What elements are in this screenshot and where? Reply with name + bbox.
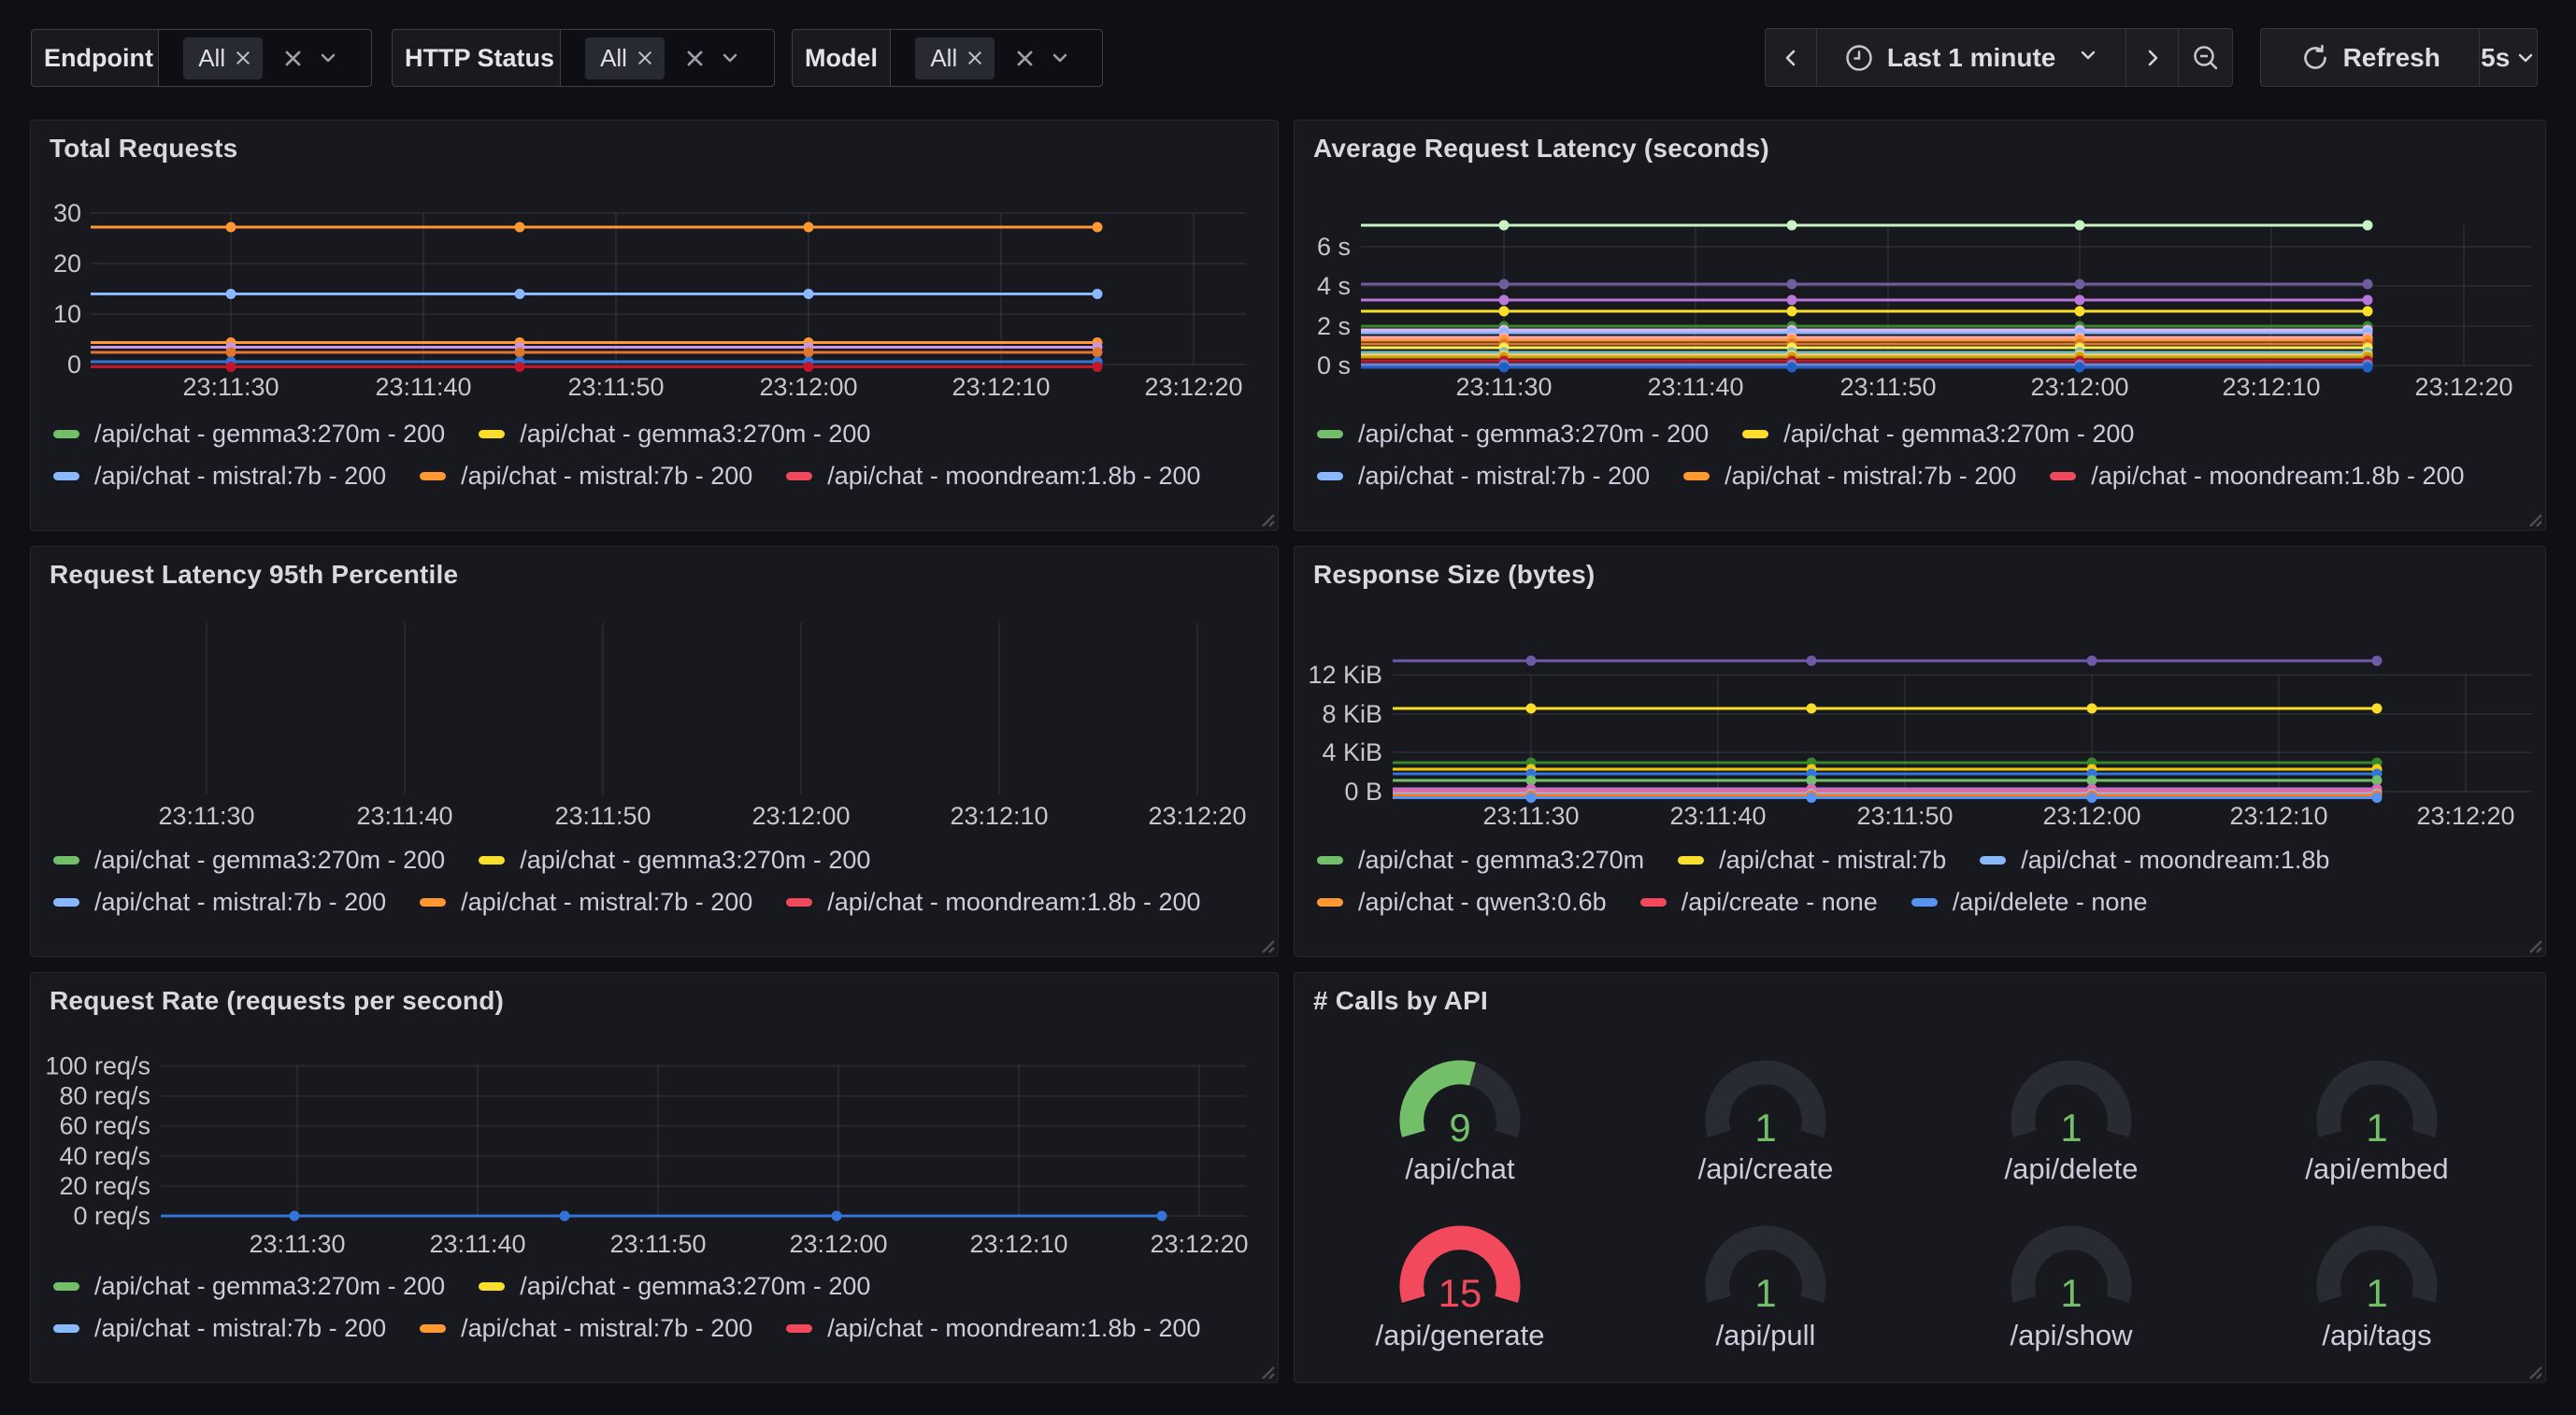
- svg-text:23:12:10: 23:12:10: [2222, 373, 2320, 401]
- svg-text:23:12:00: 23:12:00: [789, 1230, 887, 1258]
- svg-text:1: 1: [2060, 1106, 2082, 1150]
- svg-text:23:11:40: 23:11:40: [1647, 373, 1743, 401]
- svg-text:23:12:20: 23:12:20: [2416, 802, 2514, 830]
- svg-text:23:12:10: 23:12:10: [969, 1230, 1067, 1258]
- svg-text:6 s: 6 s: [1317, 233, 1351, 261]
- svg-text:1: 1: [2366, 1106, 2387, 1150]
- svg-text:8 KiB: 8 KiB: [1322, 700, 1382, 728]
- svg-text:23:12:10: 23:12:10: [950, 802, 1048, 830]
- svg-text:23:12:10: 23:12:10: [952, 373, 1050, 401]
- svg-text:1: 1: [1754, 1271, 1776, 1315]
- svg-text:23:12:20: 23:12:20: [1148, 802, 1246, 830]
- svg-text:15: 15: [1438, 1271, 1482, 1315]
- svg-text:1: 1: [1754, 1106, 1776, 1150]
- svg-text:23:12:10: 23:12:10: [2229, 802, 2327, 830]
- svg-text:1: 1: [2060, 1271, 2082, 1315]
- svg-text:12 KiB: 12 KiB: [1308, 661, 1382, 689]
- svg-text:4 KiB: 4 KiB: [1322, 738, 1382, 766]
- svg-text:23:12:20: 23:12:20: [1150, 1230, 1248, 1258]
- svg-text:23:11:50: 23:11:50: [554, 802, 651, 830]
- svg-text:23:12:00: 23:12:00: [2042, 802, 2140, 830]
- svg-text:23:11:50: 23:11:50: [567, 373, 664, 401]
- svg-text:23:11:30: 23:11:30: [182, 373, 279, 401]
- svg-text:0 B: 0 B: [1344, 778, 1382, 806]
- svg-text:0 req/s: 0 req/s: [73, 1202, 150, 1230]
- svg-text:23:11:40: 23:11:40: [1669, 802, 1766, 830]
- svg-text:20 req/s: 20 req/s: [59, 1172, 150, 1200]
- svg-text:23:12:00: 23:12:00: [2030, 373, 2128, 401]
- svg-text:23:12:20: 23:12:20: [2414, 373, 2512, 401]
- svg-text:23:11:30: 23:11:30: [249, 1230, 345, 1258]
- svg-text:23:11:40: 23:11:40: [375, 373, 471, 401]
- svg-text:2 s: 2 s: [1317, 312, 1351, 340]
- svg-text:23:11:40: 23:11:40: [429, 1230, 525, 1258]
- svg-text:80 req/s: 80 req/s: [59, 1082, 150, 1110]
- svg-text:60 req/s: 60 req/s: [59, 1112, 150, 1140]
- svg-text:0 s: 0 s: [1317, 351, 1351, 379]
- svg-text:20: 20: [53, 250, 81, 278]
- svg-text:23:12:00: 23:12:00: [759, 373, 857, 401]
- svg-text:23:11:50: 23:11:50: [609, 1230, 706, 1258]
- svg-text:40 req/s: 40 req/s: [59, 1142, 150, 1170]
- svg-text:10: 10: [53, 300, 81, 328]
- svg-text:23:12:00: 23:12:00: [751, 802, 850, 830]
- svg-text:23:11:30: 23:11:30: [158, 802, 254, 830]
- svg-text:100 req/s: 100 req/s: [45, 1052, 150, 1080]
- svg-text:23:11:50: 23:11:50: [1856, 802, 1953, 830]
- svg-text:23:11:30: 23:11:30: [1482, 802, 1579, 830]
- svg-text:9: 9: [1449, 1106, 1470, 1150]
- svg-text:0: 0: [67, 350, 81, 379]
- svg-text:4 s: 4 s: [1317, 272, 1351, 300]
- svg-text:1: 1: [2366, 1271, 2387, 1315]
- svg-text:30: 30: [53, 199, 81, 227]
- svg-text:23:11:50: 23:11:50: [1839, 373, 1936, 401]
- svg-text:23:11:40: 23:11:40: [356, 802, 452, 830]
- svg-text:23:11:30: 23:11:30: [1455, 373, 1552, 401]
- svg-text:23:12:20: 23:12:20: [1144, 373, 1242, 401]
